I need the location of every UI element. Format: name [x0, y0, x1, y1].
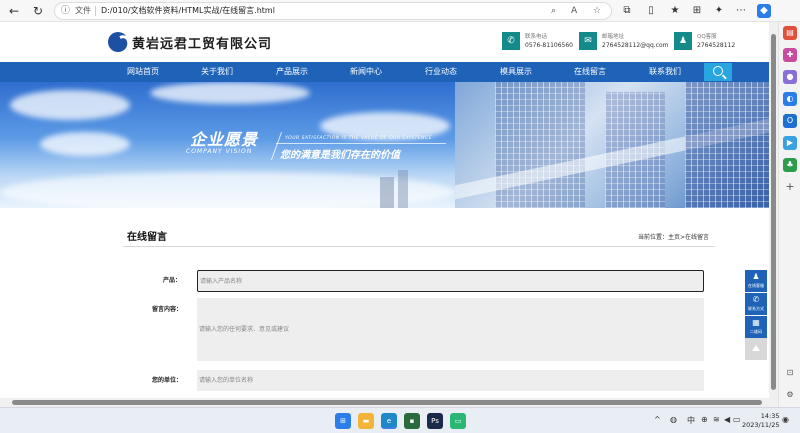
- product-input[interactable]: [197, 270, 704, 292]
- add-icon[interactable]: +: [783, 180, 797, 194]
- file-explorer-icon[interactable]: ▬: [358, 413, 374, 429]
- unit-label: 您的单位：: [152, 377, 183, 384]
- nav-item-products[interactable]: 产品展示: [276, 62, 308, 82]
- tray-overflow-icon[interactable]: ^: [654, 415, 661, 424]
- banner-title-en: COMPANY VISION: [186, 148, 253, 155]
- mail-icon: ✉: [579, 32, 597, 50]
- product-label: 产品：: [163, 277, 182, 284]
- banner-slogan: 您的满意是我们存在的价值: [280, 150, 400, 161]
- back-to-top-button[interactable]: [745, 338, 767, 360]
- main-nav: 网站首页 关于我们 产品展示 新闻中心 行业动态 模具展示 在线留言 联系我们: [0, 62, 769, 82]
- info-icon[interactable]: ⓘ: [61, 3, 70, 19]
- tools-icon[interactable]: ✚: [783, 48, 797, 62]
- clock-time: 14:35: [760, 412, 780, 420]
- float-online-service-button[interactable]: ♟ 在线客服: [745, 270, 767, 292]
- qq-icon: ♟: [674, 32, 692, 50]
- page-title: 在线留言: [127, 232, 167, 243]
- shopping-icon[interactable]: ▤: [783, 26, 797, 40]
- float-contact-button[interactable]: ✆ 联系方式: [745, 293, 767, 315]
- banner-title: 企业愿景: [190, 130, 259, 149]
- more-menu-icon[interactable]: ⋯: [734, 4, 748, 18]
- contact-label: 联系电话: [525, 34, 548, 40]
- address-bar[interactable]: ⓘ 文件 D:/010/文档软件资料/HTML实战/在线留言.html ⌕ A …: [54, 2, 612, 20]
- back-icon[interactable]: ←: [6, 3, 22, 19]
- vertical-scrollbar[interactable]: [769, 22, 778, 398]
- start-icon[interactable]: ⊞: [335, 413, 351, 429]
- nav-item-home[interactable]: 网站首页: [127, 62, 159, 82]
- contact-label: QQ客服: [697, 34, 717, 40]
- nav-item-news[interactable]: 新闻中心: [350, 62, 382, 82]
- notification-icon[interactable]: ◉: [782, 415, 789, 424]
- float-label: 联系方式: [748, 306, 764, 311]
- float-label: 在线客服: [748, 283, 764, 288]
- tray-app-icon[interactable]: ⊕: [701, 415, 708, 424]
- sidebar-toggle-icon[interactable]: ▯: [644, 4, 658, 18]
- contact-value: 2764528112@qq.com: [602, 42, 669, 49]
- office-icon[interactable]: ◐: [783, 92, 797, 106]
- refresh-icon[interactable]: ↻: [30, 3, 46, 19]
- banner: 企业愿景 COMPANY VISION YOUR SATISFACTION IS…: [0, 82, 769, 208]
- tray-security-icon[interactable]: ◍: [670, 415, 677, 424]
- games-icon[interactable]: ●: [783, 70, 797, 84]
- clock[interactable]: 14:35 2023/11/25: [742, 412, 779, 430]
- drop-icon[interactable]: ▶: [783, 136, 797, 150]
- battery-icon[interactable]: ▭: [733, 415, 741, 424]
- nav-item-contact[interactable]: 联系我们: [649, 62, 681, 82]
- file-label: 文件: [75, 6, 91, 15]
- extension-icon[interactable]: ✦: [712, 4, 726, 18]
- contact-value: 2764528112: [697, 42, 736, 49]
- banner-building-image: [455, 82, 769, 208]
- wifi-icon[interactable]: ≋: [713, 415, 720, 424]
- qq-icon: ♟: [752, 272, 760, 281]
- favorite-star-icon[interactable]: ☆: [593, 3, 601, 19]
- outlook-icon[interactable]: O: [783, 114, 797, 128]
- url-text: D:/010/文档软件资料/HTML实战/在线留言.html: [101, 6, 275, 15]
- edge-browser-icon[interactable]: e: [381, 413, 397, 429]
- windows-taskbar: ⊞ ▬ e ▪ Ps ▭ ^ ◍ 中 ⊕ ≋ ◀ ▭ 14:35 2023/11…: [0, 407, 800, 433]
- message-textarea[interactable]: [197, 298, 704, 361]
- qrcode-icon: ▦: [752, 318, 760, 327]
- browser-toolbar: ← ↻ ⓘ 文件 D:/010/文档软件资料/HTML实战/在线留言.html …: [0, 0, 800, 22]
- photoshop-icon[interactable]: Ps: [427, 413, 443, 429]
- zoom-icon[interactable]: ⌕: [551, 3, 556, 19]
- copilot-icon[interactable]: ◆: [757, 4, 771, 18]
- volume-icon[interactable]: ◀: [724, 415, 730, 424]
- favorites-icon[interactable]: ★: [668, 4, 682, 18]
- horizontal-scrollbar[interactable]: [0, 398, 778, 407]
- breadcrumb[interactable]: 当前位置：主页>在线留言: [638, 232, 709, 241]
- unit-input[interactable]: [197, 370, 704, 391]
- remote-app-icon[interactable]: ▭: [450, 413, 466, 429]
- search-icon: [713, 66, 723, 76]
- clock-date: 2023/11/25: [742, 421, 780, 429]
- tree-icon[interactable]: ♣: [783, 158, 797, 172]
- hide-sidebar-icon[interactable]: ⊡: [783, 366, 797, 380]
- content-divider: [123, 246, 715, 247]
- split-screen-icon[interactable]: ⧉: [620, 4, 634, 18]
- nav-item-molds[interactable]: 模具展示: [500, 62, 532, 82]
- logo-text: 黄岩远君工贸有限公司: [132, 37, 273, 52]
- ime-indicator[interactable]: 中: [687, 415, 695, 426]
- phone-icon: ✆: [502, 32, 520, 50]
- address-separator: [95, 6, 96, 16]
- banner-line-en: YOUR SATISFACTION IS THE VALUE OF OUR EX…: [285, 136, 433, 141]
- nav-item-industry[interactable]: 行业动态: [425, 62, 457, 82]
- search-button[interactable]: [704, 63, 732, 81]
- float-label: 二维码: [750, 329, 762, 334]
- nav-item-message[interactable]: 在线留言: [574, 62, 606, 82]
- phone-icon: ✆: [752, 295, 760, 304]
- browser-sidebar: ▤ ✚ ● ◐ O ▶ ♣ + ⊡ ⚙: [778, 22, 800, 407]
- float-qrcode-button[interactable]: ▦ 二维码: [745, 316, 767, 338]
- app-icon[interactable]: ▪: [404, 413, 420, 429]
- contact-label: 邮箱地址: [602, 34, 625, 40]
- logo-mark-icon: [108, 32, 128, 52]
- banner-rule: [276, 143, 446, 144]
- contact-value: 0576-81106560: [525, 42, 573, 49]
- collections-icon[interactable]: ⊞: [690, 4, 704, 18]
- message-label: 留言内容：: [152, 306, 183, 313]
- nav-item-about[interactable]: 关于我们: [201, 62, 233, 82]
- read-aloud-icon[interactable]: A: [571, 3, 577, 19]
- settings-gear-icon[interactable]: ⚙: [783, 388, 797, 402]
